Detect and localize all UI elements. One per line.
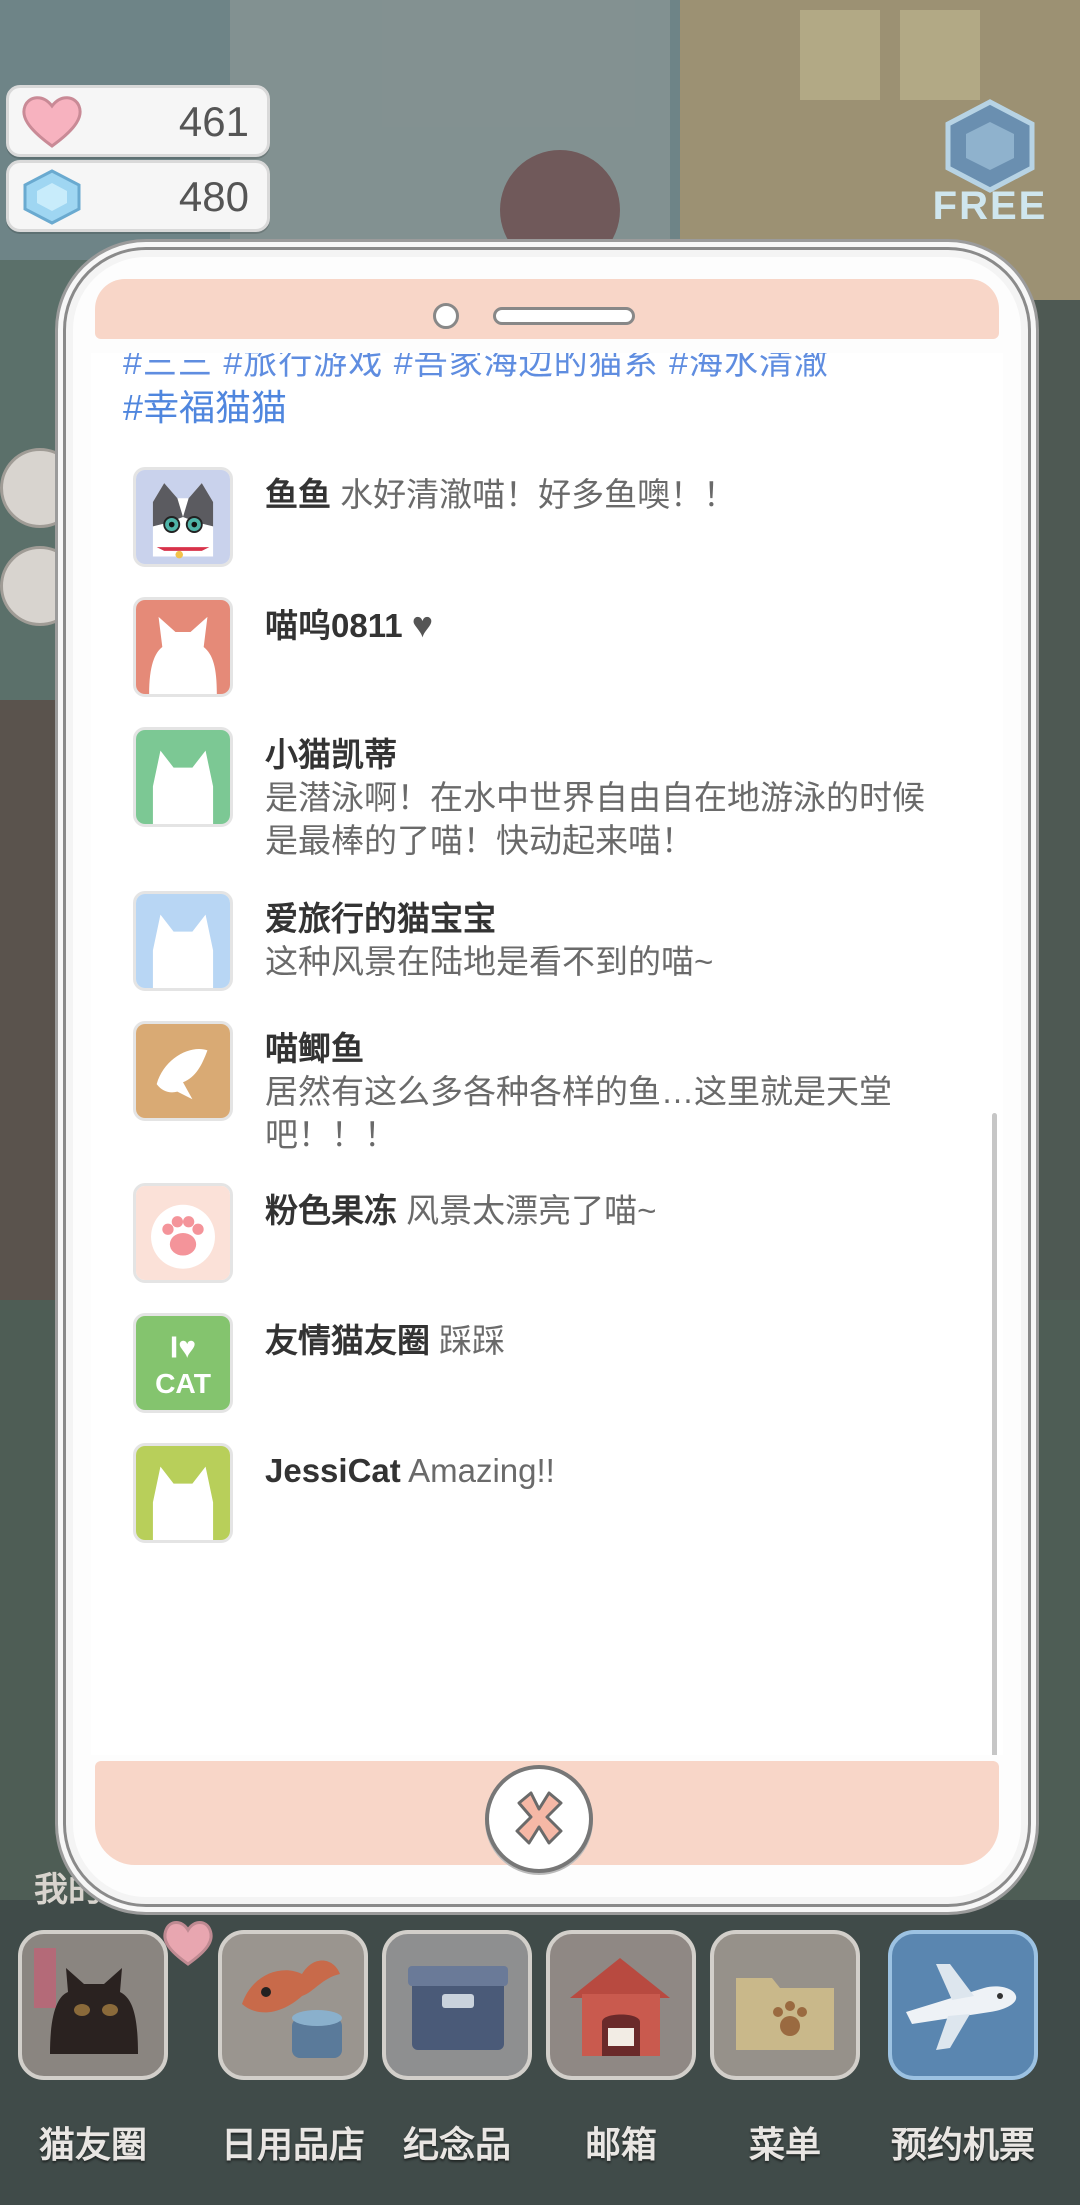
- comment-text: 风景太漂亮了喵~: [406, 1192, 657, 1229]
- heart-icon: [22, 96, 82, 148]
- svg-text:I♥: I♥: [170, 1331, 196, 1364]
- speaker-slot: [493, 307, 635, 325]
- comment-text: Amazing!!: [408, 1452, 555, 1489]
- comments-screen[interactable]: #三三 #旅行游戏 #吾家海边的猫系 #海水清澈 #幸福猫猫 鱼鱼 水好清澈喵！…: [91, 353, 1003, 1755]
- gem-icon: [23, 169, 81, 225]
- dock-label: 预约机票: [890, 2124, 1035, 2165]
- comment-user[interactable]: 爱旅行的猫宝宝: [265, 900, 496, 937]
- dock-label: 日用品店: [220, 2124, 365, 2165]
- dock-label: 邮箱: [584, 2124, 657, 2165]
- i-love-cat-icon: I♥ CAT: [136, 1316, 230, 1410]
- avatar[interactable]: I♥ CAT: [133, 1313, 233, 1413]
- dock-menu[interactable]: 菜单: [710, 1930, 860, 2165]
- black-cat-icon: [34, 1948, 138, 2054]
- dock-mailbox[interactable]: 邮箱: [546, 1930, 696, 2165]
- scrollbar[interactable]: [992, 1113, 997, 1755]
- avatar[interactable]: [133, 891, 233, 991]
- comment-user[interactable]: 鱼鱼: [265, 476, 331, 513]
- comment-user[interactable]: 喵呜0811: [265, 607, 403, 644]
- comment-text: 这种风景在陆地是看不到的喵~: [265, 943, 714, 980]
- comment-text: 水好清澈喵！好多鱼噢！！: [340, 476, 737, 513]
- comments-phone-modal: #三三 #旅行游戏 #吾家海边的猫系 #海水清澈 #幸福猫猫 鱼鱼 水好清澈喵！…: [66, 250, 1028, 1904]
- dock-label: 菜单: [748, 2124, 821, 2165]
- avatar[interactable]: [133, 467, 233, 567]
- fish-silhouette-icon: [136, 1024, 230, 1118]
- heart-icon: ♥: [411, 604, 434, 645]
- dock-souvenirs[interactable]: 纪念品: [382, 1930, 532, 2165]
- avatar[interactable]: [133, 1183, 233, 1283]
- comment-text: 踩踩: [439, 1322, 506, 1359]
- comment-user[interactable]: 喵鲫鱼: [265, 1030, 364, 1067]
- comment-user[interactable]: 友情猫友圈: [265, 1322, 430, 1359]
- svg-text:CAT: CAT: [155, 1367, 211, 1399]
- heart-badge-icon: [163, 1921, 213, 1966]
- hearts-counter[interactable]: 461: [6, 85, 270, 157]
- dock-book-flight[interactable]: 预约机票: [888, 1930, 1038, 2165]
- fish-food-icon: [242, 1960, 342, 2058]
- gems-counter[interactable]: 480: [6, 160, 270, 232]
- avatar[interactable]: [133, 597, 233, 697]
- cat-silhouette-icon: [136, 894, 230, 988]
- box-icon: [408, 1966, 508, 2050]
- cat-silhouette-icon: [136, 600, 230, 694]
- hearts-value: 461: [178, 98, 249, 145]
- close-icon: [515, 1791, 563, 1845]
- dock-label: 纪念品: [402, 2124, 511, 2165]
- comment-user[interactable]: 粉色果冻: [265, 1192, 397, 1229]
- gem-icon: [945, 99, 1035, 193]
- avatar[interactable]: [133, 1021, 233, 1121]
- comment-user[interactable]: JessiCat: [265, 1452, 401, 1489]
- folder-paw-icon: [736, 1978, 834, 2050]
- dock-daily-store[interactable]: 日用品店: [218, 1930, 368, 2165]
- gray-tabby-cat-icon: [136, 470, 230, 564]
- comment-text: 居然有这么多各种各样的鱼…这里就是天堂吧！！！: [265, 1073, 892, 1153]
- hashtag-link[interactable]: #幸福猫猫: [123, 379, 287, 431]
- airplane-icon: [906, 1964, 1017, 2050]
- comment-user[interactable]: 小猫凯蒂: [265, 736, 397, 773]
- cat-silhouette-icon: [136, 1446, 230, 1540]
- free-label: FREE: [932, 184, 1048, 228]
- dock-label: 猫友圈: [38, 2124, 147, 2165]
- cat-silhouette-icon: [136, 730, 230, 824]
- camera-dot: [433, 303, 459, 329]
- comment-text: 是潜泳啊！在水中世界自由自在地游泳的时候是最棒的了喵！快动起来喵！: [265, 779, 925, 859]
- gems-value: 480: [178, 173, 249, 220]
- free-gems-button[interactable]: FREE: [920, 96, 1060, 236]
- close-button[interactable]: [485, 1765, 593, 1873]
- mailbox-house-icon: [570, 1958, 670, 2056]
- avatar[interactable]: [133, 727, 233, 827]
- dock-cat-circle[interactable]: 猫友圈: [18, 1921, 213, 2165]
- paw-print-icon: [136, 1186, 230, 1280]
- avatar[interactable]: [133, 1443, 233, 1543]
